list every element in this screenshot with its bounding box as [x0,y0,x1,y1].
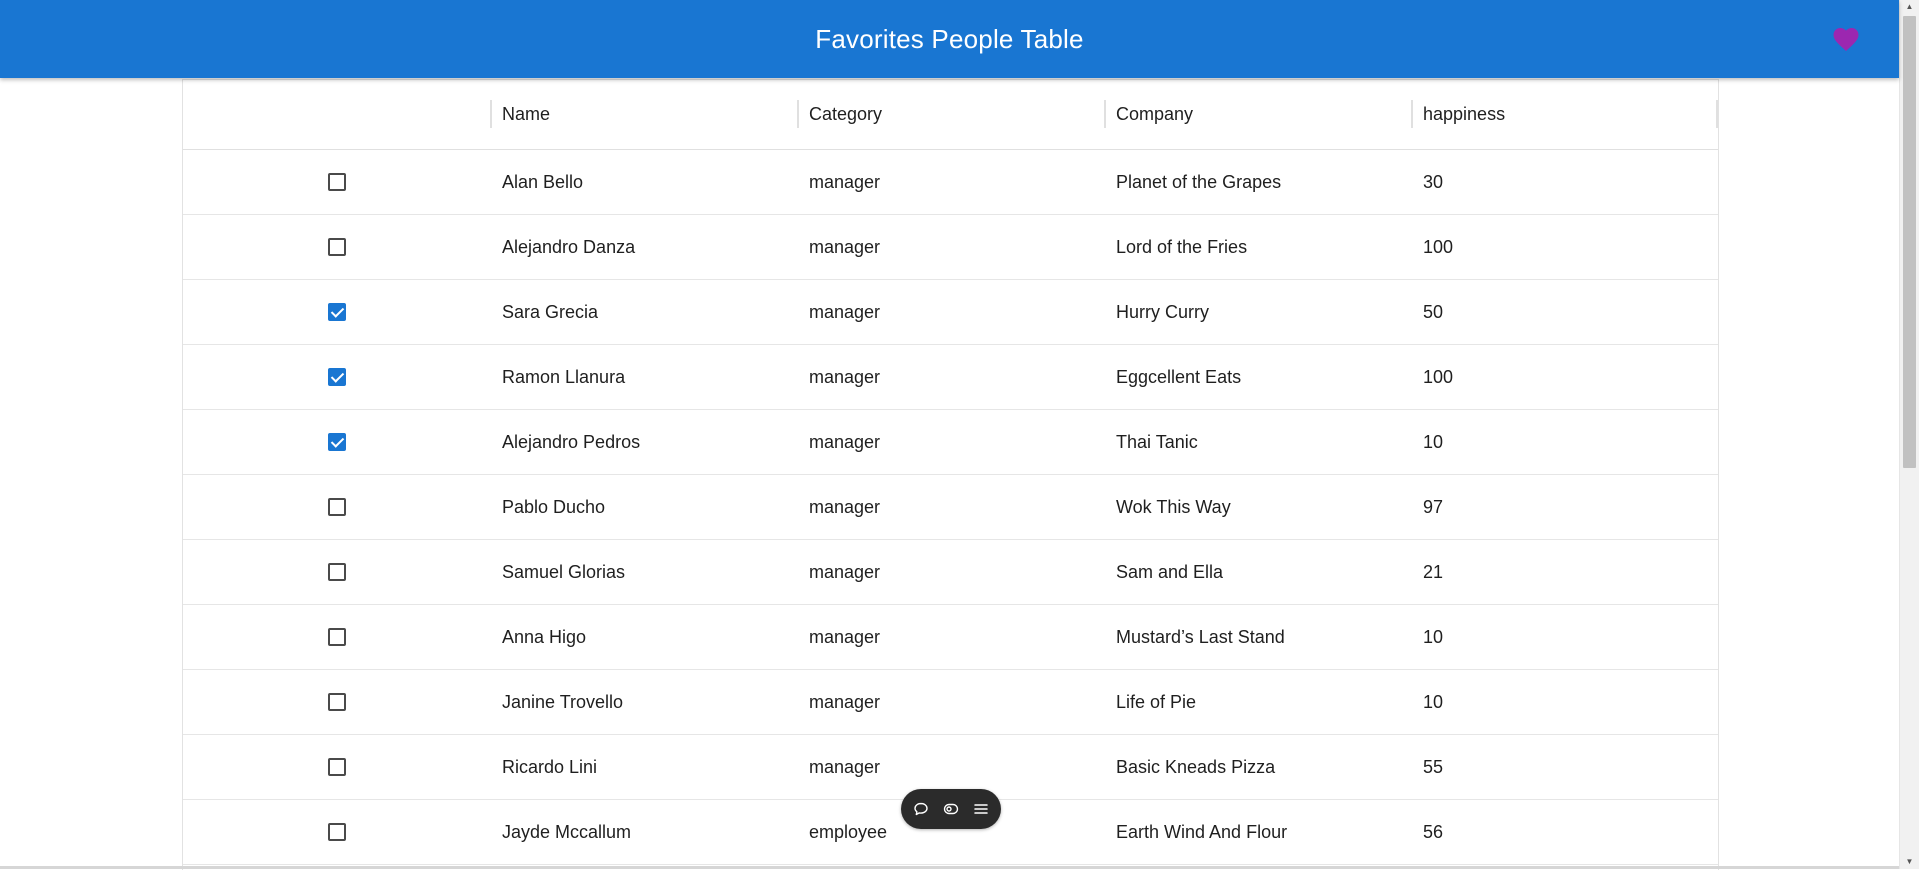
table-row[interactable]: Pablo DuchomanagerWok This Way97 [183,475,1718,540]
table-row[interactable]: Alan BellomanagerPlanet of the Grapes30 [183,150,1718,215]
cell-name: Janine Trovello [490,670,797,734]
cell-category: manager [797,215,1104,279]
cell-category: manager [797,475,1104,539]
column-header-label: Name [502,104,550,125]
cell-happiness: 30 [1411,150,1718,214]
table-body: Alan BellomanagerPlanet of the Grapes30A… [183,150,1718,865]
row-select-cell [183,345,490,409]
favorites-heart-button[interactable] [1831,24,1861,52]
table-header: Name Category Company happiness [183,80,1718,150]
cell-category: manager [797,410,1104,474]
column-header-label: happiness [1423,104,1505,125]
cell-category: manager [797,345,1104,409]
cell-happiness: 97 [1411,475,1718,539]
cell-name: Alejandro Pedros [490,410,797,474]
row-checkbox[interactable] [328,758,346,776]
cell-company: Wok This Way [1104,475,1411,539]
table-row[interactable]: Janine TrovellomanagerLife of Pie10 [183,670,1718,735]
cell-company: Eggcellent Eats [1104,345,1411,409]
cell-company: Basic Kneads Pizza [1104,735,1411,799]
row-select-cell [183,540,490,604]
eye-icon[interactable] [942,800,960,818]
cell-happiness: 10 [1411,605,1718,669]
floating-toolbar [901,789,1001,829]
cell-happiness: 100 [1411,215,1718,279]
row-checkbox[interactable] [328,693,346,711]
cell-name: Ramon Llanura [490,345,797,409]
cell-name: Anna Higo [490,605,797,669]
scroll-up-arrow-icon[interactable]: ▲ [1900,0,1919,14]
cell-name: Jayde Mccallum [490,800,797,864]
row-checkbox[interactable] [328,563,346,581]
cell-name: Ricardo Lini [490,735,797,799]
table-row[interactable]: Samuel GloriasmanagerSam and Ella21 [183,540,1718,605]
cell-name: Sara Grecia [490,280,797,344]
table-row[interactable]: Alejandro DanzamanagerLord of the Fries1… [183,215,1718,280]
comment-icon[interactable] [912,800,930,818]
row-checkbox[interactable] [328,173,346,191]
column-header-label: Category [809,104,882,125]
vertical-scrollbar[interactable]: ▲ ▼ [1899,0,1919,869]
cell-category: manager [797,150,1104,214]
cell-category: manager [797,605,1104,669]
row-select-cell [183,280,490,344]
row-select-cell [183,150,490,214]
cell-company: Earth Wind And Flour [1104,800,1411,864]
cell-happiness: 50 [1411,280,1718,344]
cell-category: manager [797,670,1104,734]
heart-icon [1831,24,1861,52]
table-row[interactable]: Alejandro PedrosmanagerThai Tanic10 [183,410,1718,475]
row-select-cell [183,410,490,474]
header-select-cell [183,80,490,149]
cell-company: Mustard’s Last Stand [1104,605,1411,669]
cell-company: Thai Tanic [1104,410,1411,474]
row-checkbox[interactable] [328,368,346,386]
cell-happiness: 100 [1411,345,1718,409]
cell-name: Alan Bello [490,150,797,214]
cell-happiness: 21 [1411,540,1718,604]
page-title: Favorites People Table [0,0,1899,78]
table-row[interactable]: Anna HigomanagerMustard’s Last Stand10 [183,605,1718,670]
row-select-cell [183,800,490,864]
cell-name: Samuel Glorias [490,540,797,604]
cell-happiness: 55 [1411,735,1718,799]
cell-company: Lord of the Fries [1104,215,1411,279]
row-select-cell [183,735,490,799]
app-bar: Favorites People Table [0,0,1899,78]
column-header-label: Company [1116,104,1193,125]
scrollbar-thumb[interactable] [1903,16,1916,468]
cell-category: manager [797,540,1104,604]
row-checkbox[interactable] [328,823,346,841]
row-checkbox[interactable] [328,498,346,516]
row-checkbox[interactable] [328,433,346,451]
row-select-cell [183,605,490,669]
column-header-name[interactable]: Name [490,80,797,149]
row-checkbox[interactable] [328,303,346,321]
cell-company: Planet of the Grapes [1104,150,1411,214]
people-table: Name Category Company happiness Alan Bel… [182,79,1719,870]
column-header-category[interactable]: Category [797,80,1104,149]
cell-name: Pablo Ducho [490,475,797,539]
table-row[interactable]: Ramon LlanuramanagerEggcellent Eats100 [183,345,1718,410]
row-select-cell [183,215,490,279]
scroll-down-arrow-icon[interactable]: ▼ [1900,855,1919,869]
cell-company: Life of Pie [1104,670,1411,734]
table-row[interactable]: Sara GreciamanagerHurry Curry50 [183,280,1718,345]
menu-icon[interactable] [972,800,990,818]
cell-happiness: 56 [1411,800,1718,864]
row-select-cell [183,475,490,539]
column-header-happiness[interactable]: happiness [1411,80,1718,149]
row-select-cell [183,670,490,734]
cell-category: manager [797,280,1104,344]
column-header-company[interactable]: Company [1104,80,1411,149]
row-checkbox[interactable] [328,238,346,256]
cell-happiness: 10 [1411,410,1718,474]
cell-company: Hurry Curry [1104,280,1411,344]
cell-company: Sam and Ella [1104,540,1411,604]
cell-happiness: 10 [1411,670,1718,734]
cell-name: Alejandro Danza [490,215,797,279]
row-checkbox[interactable] [328,628,346,646]
